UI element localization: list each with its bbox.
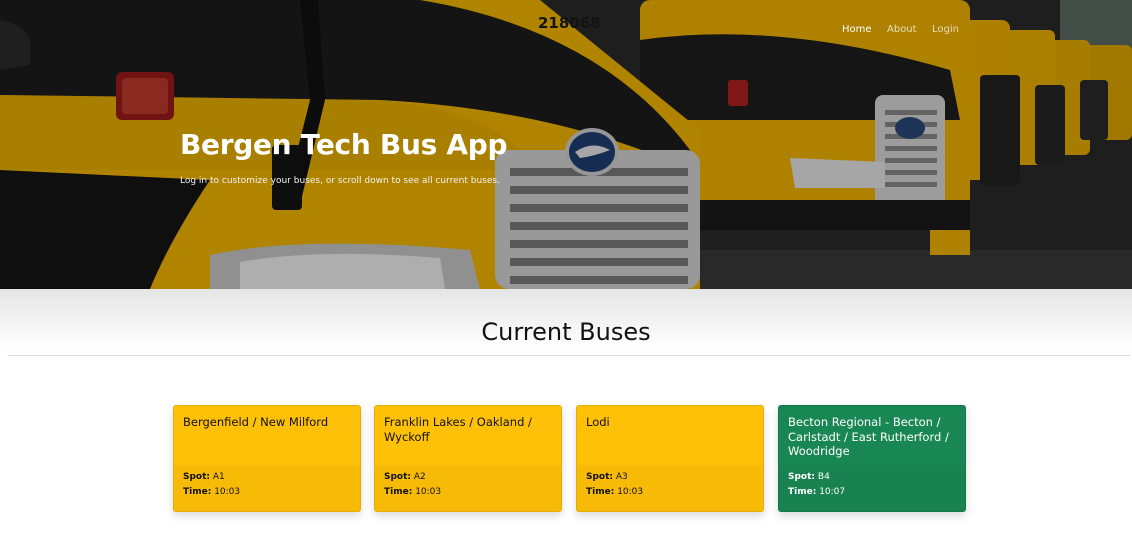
bus-spot: Spot: A1 [183, 470, 351, 485]
bus-card[interactable]: Bergenfield / New Milford Spot: A1 Time:… [173, 405, 361, 512]
time-label: Time: [586, 486, 615, 497]
hero-banner: 218068 Home About Login Bergen Tech Bus … [0, 0, 1132, 289]
hero-overlay [0, 0, 1132, 289]
bus-card-header: Becton Regional - Becton / Carlstadt / E… [779, 406, 965, 465]
time-label: Time: [384, 486, 413, 497]
bus-route-name: Becton Regional - Becton / Carlstadt / E… [788, 415, 949, 458]
bus-route-name: Lodi [586, 415, 610, 429]
spot-value: A1 [212, 472, 225, 482]
spot-value: A3 [615, 472, 628, 482]
bus-card-header: Bergenfield / New Milford [174, 406, 360, 465]
nav-login-link[interactable]: Login [932, 24, 959, 35]
hero-subtitle: Log in to customize your buses, or scrol… [180, 176, 500, 186]
bus-spot: Spot: A3 [586, 470, 754, 485]
bus-spot: Spot: A2 [384, 470, 552, 485]
bus-time: Time: 10:03 [384, 485, 552, 500]
nav-home-link[interactable]: Home [842, 24, 872, 35]
bus-card-footer: Spot: A3 Time: 10:03 [577, 465, 763, 511]
bus-card-footer: Spot: B4 Time: 10:07 [779, 465, 965, 511]
bus-card[interactable]: Lodi Spot: A3 Time: 10:03 [576, 405, 764, 512]
spot-value: A2 [413, 472, 426, 482]
hero-title: Bergen Tech Bus App [180, 128, 508, 161]
time-label: Time: [788, 486, 817, 497]
time-label: Time: [183, 486, 212, 497]
nav-about-link[interactable]: About [887, 24, 917, 35]
bus-card-list: Bergenfield / New Milford Spot: A1 Time:… [173, 405, 966, 512]
bus-card-header: Franklin Lakes / Oakland / Wyckoff [375, 406, 561, 465]
bus-card-footer: Spot: A1 Time: 10:03 [174, 465, 360, 511]
bus-route-name: Bergenfield / New Milford [183, 415, 329, 429]
bus-card[interactable]: Becton Regional - Becton / Carlstadt / E… [778, 405, 966, 512]
spot-label: Spot: [384, 472, 412, 482]
section-divider [8, 355, 1130, 356]
time-value: 10:03 [617, 486, 644, 497]
time-value: 10:07 [819, 486, 846, 497]
spot-label: Spot: [183, 472, 211, 482]
time-value: 10:03 [214, 486, 241, 497]
bus-time: Time: 10:03 [183, 485, 351, 500]
bus-card[interactable]: Franklin Lakes / Oakland / Wyckoff Spot:… [374, 405, 562, 512]
spot-value: B4 [817, 472, 830, 482]
bus-spot: Spot: B4 [788, 470, 956, 485]
bus-time: Time: 10:07 [788, 485, 956, 500]
time-value: 10:03 [415, 486, 442, 497]
bus-card-header: Lodi [577, 406, 763, 465]
bus-card-footer: Spot: A2 Time: 10:03 [375, 465, 561, 511]
spot-label: Spot: [586, 472, 614, 482]
bus-route-name: Franklin Lakes / Oakland / Wyckoff [384, 415, 532, 444]
spot-label: Spot: [788, 472, 816, 482]
section-title: Current Buses [481, 318, 651, 346]
bus-time: Time: 10:03 [586, 485, 754, 500]
